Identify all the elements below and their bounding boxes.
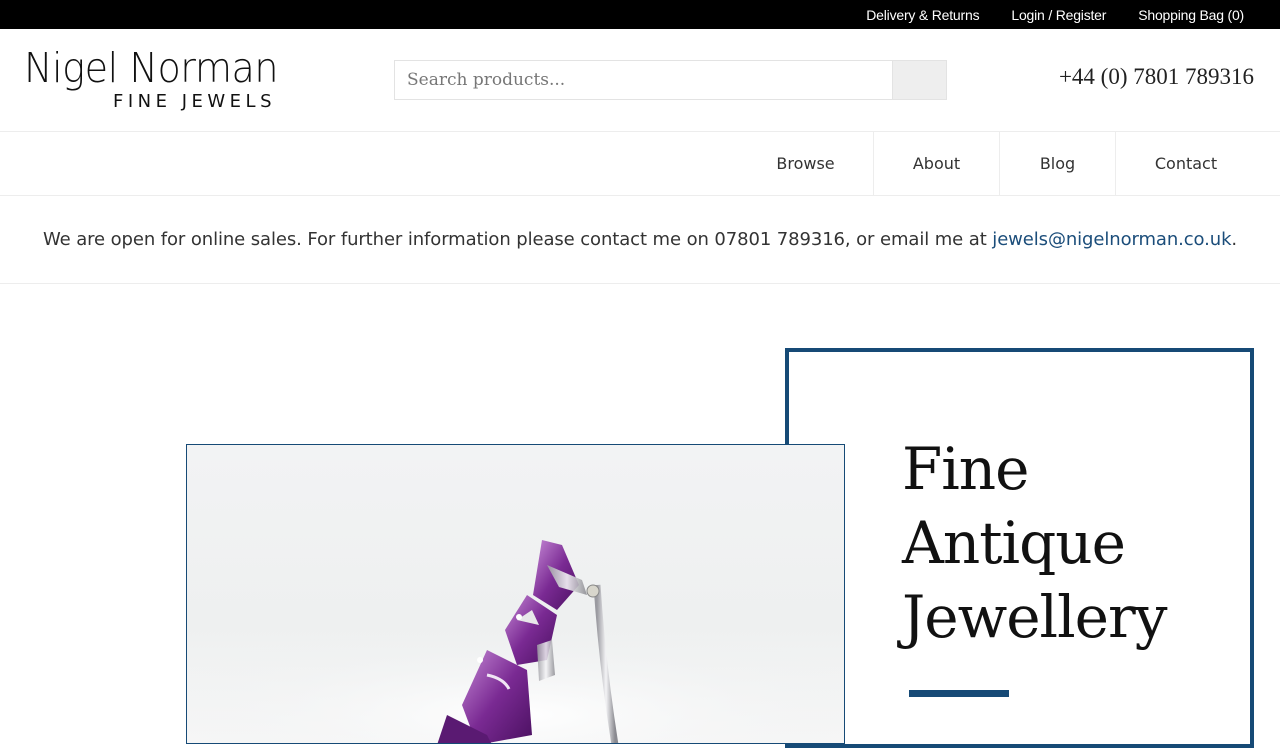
notice-text: We are open for online sales. For furthe…: [42, 229, 993, 250]
site-logo[interactable]: Nigel Norman FINE JEWELS: [24, 44, 279, 114]
hero-accent-bar: [909, 690, 1009, 697]
notice-banner: We are open for online sales. For furthe…: [0, 196, 1280, 284]
hero-image: [186, 444, 845, 744]
hero-line-3: Jewellery: [902, 583, 1167, 651]
top-utility-bar: Delivery & Returns Login / Register Shop…: [0, 0, 1280, 29]
main-navigation: Browse About Blog Contact: [0, 131, 1280, 196]
nav-item-about[interactable]: About: [874, 132, 1000, 195]
hero-line-1: Fine: [902, 435, 1029, 503]
nav-item-blog[interactable]: Blog: [1000, 132, 1116, 195]
nav-item-contact[interactable]: Contact: [1116, 132, 1256, 195]
hero-line-2: Antique: [902, 509, 1126, 577]
logo-name: Nigel Norman: [24, 44, 279, 92]
search-form: [394, 60, 947, 100]
brooch-image: [187, 540, 844, 743]
search-button[interactable]: [892, 60, 947, 100]
phone-number[interactable]: +44 (0) 7801 789316: [1059, 64, 1254, 90]
delivery-returns-link[interactable]: Delivery & Returns: [866, 7, 979, 23]
logo-tagline: FINE JEWELS: [112, 91, 276, 112]
search-input[interactable]: [394, 60, 892, 100]
shopping-bag-link[interactable]: Shopping Bag (0): [1138, 7, 1244, 23]
login-register-link[interactable]: Login / Register: [1011, 7, 1106, 23]
email-link[interactable]: jewels@nigelnorman.co.uk: [992, 229, 1231, 250]
hero-heading: Fine Antique Jewellery: [902, 432, 1232, 654]
notice-end: .: [1231, 229, 1238, 250]
nav-item-browse[interactable]: Browse: [738, 132, 874, 195]
